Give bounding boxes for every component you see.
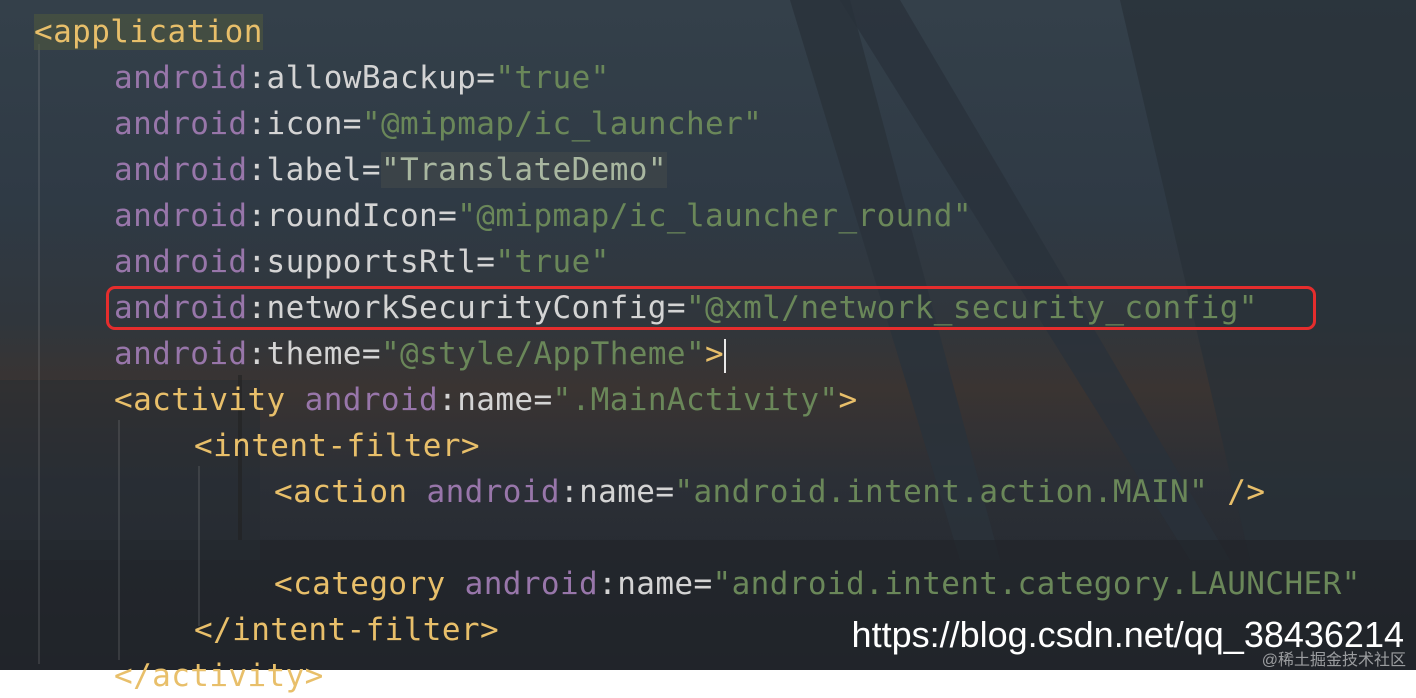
xml-value: "TranslateDemo" [380,152,667,188]
xml-attribute: icon [266,106,343,142]
xml-namespace: android [114,152,248,188]
equals: = [361,152,381,188]
xml-tag: </intent-filter> [194,612,500,648]
equals: = [476,244,496,280]
tag-close: /> [1208,474,1266,510]
xml-value: "true" [495,244,610,280]
code-editor[interactable]: <application android:allowBackup="true" … [0,0,1416,694]
equals: = [361,336,381,372]
xml-value: "@mipmap/ic_launcher_round" [457,198,972,234]
xml-namespace: android [114,60,248,96]
xml-namespace: android [114,244,248,280]
equals: = [476,60,496,96]
code-line: android:label="TranslateDemo" [114,148,667,192]
highlight-box [106,286,1316,330]
xml-attribute: name [457,382,534,418]
xml-namespace: android [114,336,248,372]
xml-tag: <activity [114,382,286,418]
equals: = [693,566,713,602]
colon: : [247,152,267,188]
xml-attribute: theme [266,336,362,372]
xml-attribute: label [266,152,362,188]
xml-tag: <category [274,566,446,602]
code-line: </intent-filter> [194,608,499,652]
xml-tag: <intent-filter> [194,428,480,464]
xml-attribute: roundIcon [266,198,439,234]
code-line: </activity> [114,654,324,698]
colon: : [247,198,267,234]
xml-namespace: android [426,474,560,510]
code-line: android:allowBackup="true" [114,56,610,100]
code-line: <intent-filter> [194,424,480,468]
xml-value: "@mipmap/ic_launcher" [361,106,763,142]
code-line: <category android:name="android.intent.c… [274,562,1361,606]
xml-value: ".MainActivity" [552,382,839,418]
tag-close: > [705,336,725,372]
tag-close: > [838,382,858,418]
equals: = [438,198,458,234]
xml-value: "android.intent.action.MAIN" [674,474,1209,510]
code-line: android:supportsRtl="true" [114,240,610,284]
code-line: android:roundIcon="@mipmap/ic_launcher_r… [114,194,972,238]
xml-value: "true" [495,60,610,96]
xml-attribute: name [617,566,694,602]
code-line: android:icon="@mipmap/ic_launcher" [114,102,762,146]
xml-tag: <application [34,14,263,50]
xml-namespace: android [114,106,248,142]
colon: : [247,244,267,280]
xml-tag: </activity> [114,658,324,694]
text-caret [724,338,727,373]
xml-tag: <action [274,474,408,510]
code-line: <application [34,10,263,54]
colon: : [559,474,580,510]
xml-namespace: android [464,566,599,602]
code-line: android:theme="@style/AppTheme"> [114,332,727,376]
equals: = [655,474,675,510]
xml-namespace: android [304,382,439,418]
colon: : [247,60,267,96]
colon: : [438,382,458,418]
code-line: <action android:name="android.intent.act… [274,470,1265,514]
equals: = [533,382,553,418]
equals: = [342,106,362,142]
xml-value: "@style/AppTheme" [380,336,706,372]
xml-attribute: name [579,474,656,510]
xml-namespace: android [114,198,248,234]
colon: : [247,336,267,372]
code-line: <activity android:name=".MainActivity"> [114,378,858,422]
watermark-small: @稀土掘金技术社区 [1261,652,1406,669]
colon: : [247,106,267,142]
colon: : [598,566,618,602]
xml-attribute: supportsRtl [266,244,477,280]
xml-attribute: allowBackup [266,60,477,96]
xml-value: "android.intent.category.LAUNCHER" [712,566,1361,602]
